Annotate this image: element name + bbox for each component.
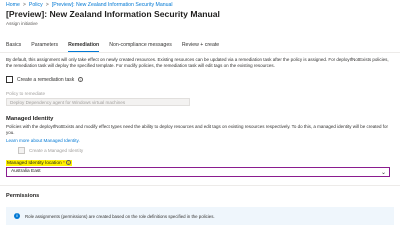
permissions-info-bar: i Role assignments (permissions) are cre… bbox=[6, 207, 394, 225]
breadcrumb-separator: > bbox=[22, 2, 26, 8]
tab-basics[interactable]: Basics bbox=[6, 42, 21, 52]
managed-identity-location-select[interactable]: Australia East ⌄ bbox=[6, 167, 390, 177]
create-managed-identity-checkbox bbox=[18, 147, 25, 154]
tab-remediation[interactable]: Remediation bbox=[68, 42, 100, 52]
tab-bar: Basics Parameters Remediation Non-compli… bbox=[6, 42, 219, 52]
policy-to-remediate-select: Deploy Dependency agent for Windows virt… bbox=[6, 98, 190, 106]
info-icon[interactable]: i bbox=[66, 160, 72, 165]
managed-identity-heading: Managed Identity bbox=[6, 116, 54, 122]
breadcrumb-initiative[interactable]: [Preview]: New Zealand Information Secur… bbox=[52, 2, 173, 8]
location-selected-value: Australia East bbox=[11, 169, 41, 174]
tab-parameters[interactable]: Parameters bbox=[31, 42, 58, 52]
remediation-description: By default, this assignment will only ta… bbox=[6, 57, 389, 69]
create-managed-identity-row: Create a Managed Identity bbox=[18, 147, 83, 154]
tab-divider bbox=[0, 52, 400, 53]
breadcrumb-home[interactable]: Home bbox=[6, 2, 20, 8]
breadcrumb-policy[interactable]: Policy bbox=[29, 2, 43, 8]
managed-identity-location-text: Managed Identity location bbox=[7, 160, 62, 166]
required-asterisk: * bbox=[63, 160, 65, 166]
create-remediation-task-label: Create a remediation task bbox=[17, 76, 75, 83]
create-remediation-task-row: Create a remediation task i bbox=[6, 76, 84, 83]
learn-more-link[interactable]: Learn more about Managed Identity. bbox=[6, 138, 80, 143]
tab-non-compliance-messages[interactable]: Non-compliance messages bbox=[109, 42, 172, 52]
tab-review-create[interactable]: Review + create bbox=[182, 42, 219, 52]
permissions-info-text: Role assignments (permissions) are creat… bbox=[25, 213, 215, 219]
managed-identity-location-label: Managed Identity location * i bbox=[6, 160, 73, 166]
policy-to-remediate-label: Policy to remediate bbox=[6, 91, 46, 96]
breadcrumb-separator: > bbox=[45, 2, 49, 8]
page-title: [Preview]: New Zealand Information Secur… bbox=[6, 9, 220, 19]
page-subtitle: Assign initiative bbox=[6, 21, 38, 26]
info-icon: i bbox=[14, 213, 20, 219]
section-divider bbox=[0, 185, 400, 186]
managed-identity-description: Policies with the deployIfNotExists and … bbox=[6, 124, 388, 136]
create-remediation-task-checkbox[interactable] bbox=[6, 76, 13, 83]
permissions-heading: Permissions bbox=[6, 193, 40, 199]
create-managed-identity-label: Create a Managed Identity bbox=[29, 148, 84, 153]
info-icon[interactable]: i bbox=[78, 77, 84, 82]
breadcrumb: Home > Policy > [Preview]: New Zealand I… bbox=[6, 2, 173, 8]
chevron-down-icon[interactable]: ⌄ bbox=[381, 169, 386, 178]
